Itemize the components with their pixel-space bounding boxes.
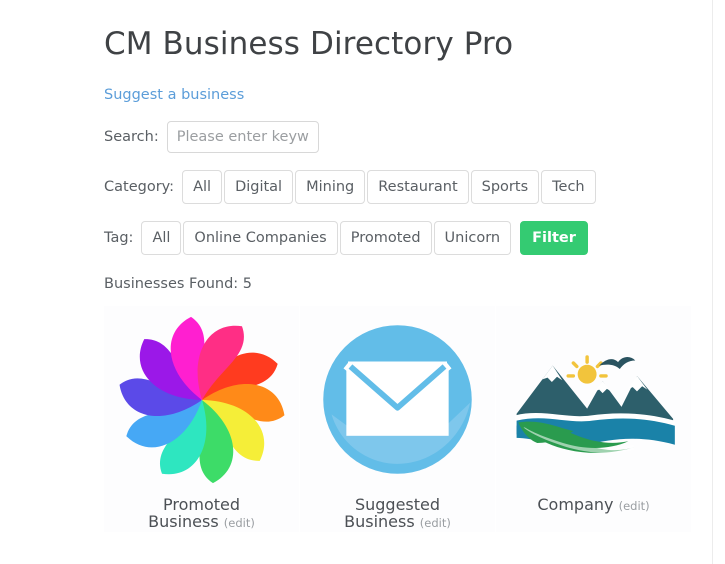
businesses-found-text: Businesses Found: 5 <box>104 276 253 292</box>
mountain-lake-icon <box>514 354 675 453</box>
business-logo-thumbnail[interactable] <box>506 312 681 487</box>
business-card[interactable]: Company (edit) <box>496 306 691 532</box>
tag-chip-promoted[interactable]: Promoted <box>339 221 432 255</box>
category-chip-sports[interactable]: Sports <box>470 170 540 204</box>
search-row: Search: <box>104 121 696 153</box>
filter-button[interactable]: Filter <box>520 221 588 255</box>
page-root: CM Business Directory Pro Suggest a busi… <box>0 0 725 564</box>
category-chip-digital[interactable]: Digital <box>224 170 294 204</box>
category-label: Category: <box>104 179 175 195</box>
business-name-line2: Business <box>344 512 415 531</box>
business-edit-link[interactable]: (edit) <box>224 516 255 530</box>
business-card[interactable]: Promoted Business (edit) <box>104 306 299 532</box>
tag-chip-unicorn[interactable]: Unicorn <box>433 221 512 255</box>
suggest-a-business-link[interactable]: Suggest a business <box>104 86 244 104</box>
category-chip-all[interactable]: All <box>182 170 223 204</box>
color-pinwheel-icon <box>119 316 284 483</box>
business-edit-link[interactable]: (edit) <box>420 516 451 530</box>
business-card-title: Company (edit) <box>537 496 649 515</box>
tag-chip-online-companies[interactable]: Online Companies <box>183 221 338 255</box>
business-card[interactable]: Suggested Business (edit) <box>300 306 495 532</box>
category-chip-mining[interactable]: Mining <box>295 170 366 204</box>
search-input[interactable] <box>166 121 319 153</box>
blue-envelope-circle-icon <box>323 325 472 474</box>
category-row: Category: All Digital Mining Restaurant … <box>104 170 696 204</box>
search-label: Search: <box>104 129 159 145</box>
business-logo-thumbnail[interactable] <box>310 312 485 487</box>
page-title: CM Business Directory Pro <box>104 26 514 62</box>
business-card-title: Suggested Business (edit) <box>344 496 451 532</box>
tag-label: Tag: <box>104 230 134 246</box>
business-edit-link[interactable]: (edit) <box>619 499 650 513</box>
tag-row: Tag: All Online Companies Promoted Unico… <box>104 221 696 255</box>
business-name-line2: Business <box>148 512 219 531</box>
tag-chip-all[interactable]: All <box>141 221 182 255</box>
business-name-line1: Company <box>537 495 614 514</box>
business-card-list: Promoted Business (edit) Suggested Busin… <box>104 306 696 532</box>
viewport-edge-rule <box>712 0 713 564</box>
category-chip-restaurant[interactable]: Restaurant <box>367 170 469 204</box>
category-chip-tech[interactable]: Tech <box>541 170 596 204</box>
main-content: CM Business Directory Pro Suggest a busi… <box>104 0 696 532</box>
business-card-title: Promoted Business (edit) <box>148 496 255 532</box>
business-logo-thumbnail[interactable] <box>114 312 289 487</box>
